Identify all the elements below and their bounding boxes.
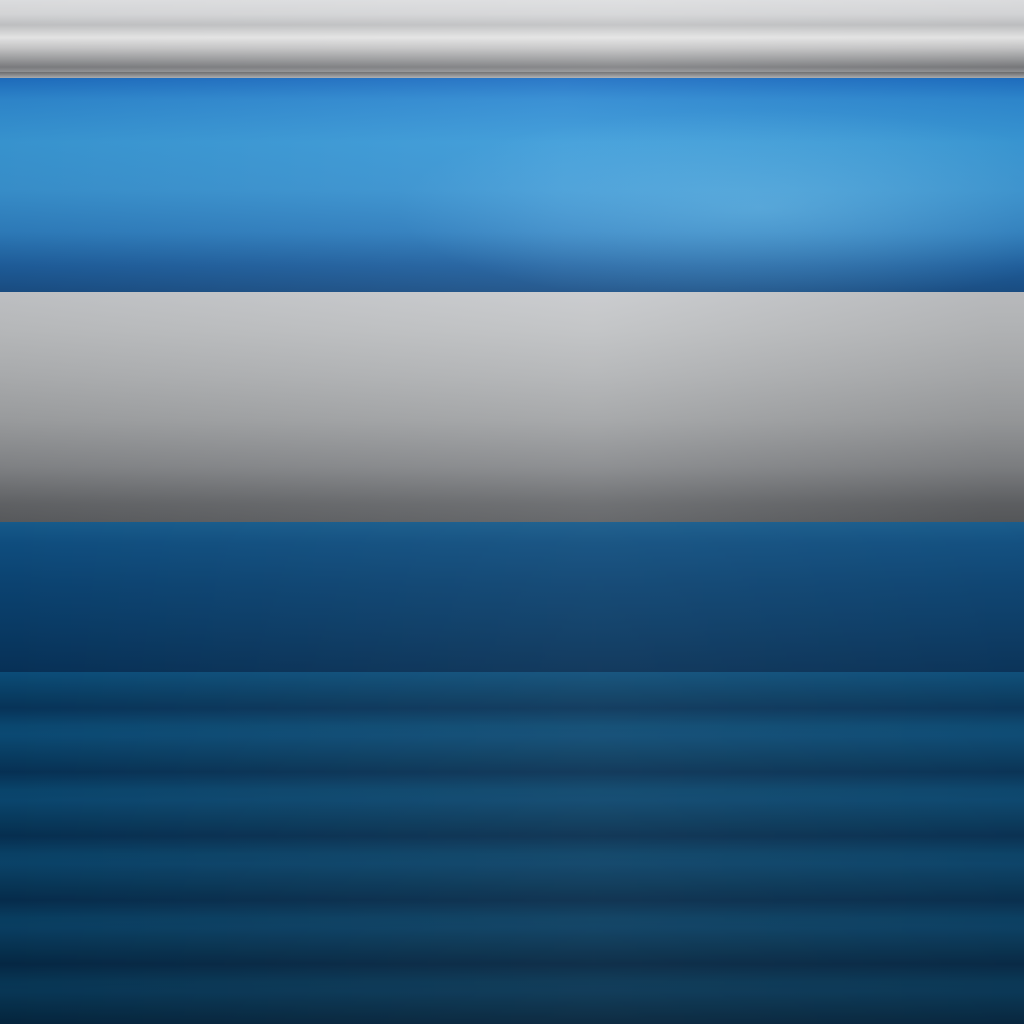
striped-bottom-area — [0, 672, 1024, 1024]
silver-middle-band — [0, 292, 1024, 522]
dark-blue-panel — [0, 522, 1024, 672]
ui-background-canvas — [0, 0, 1024, 1024]
top-silver-rail — [0, 0, 1024, 78]
blue-header-band — [0, 78, 1024, 292]
